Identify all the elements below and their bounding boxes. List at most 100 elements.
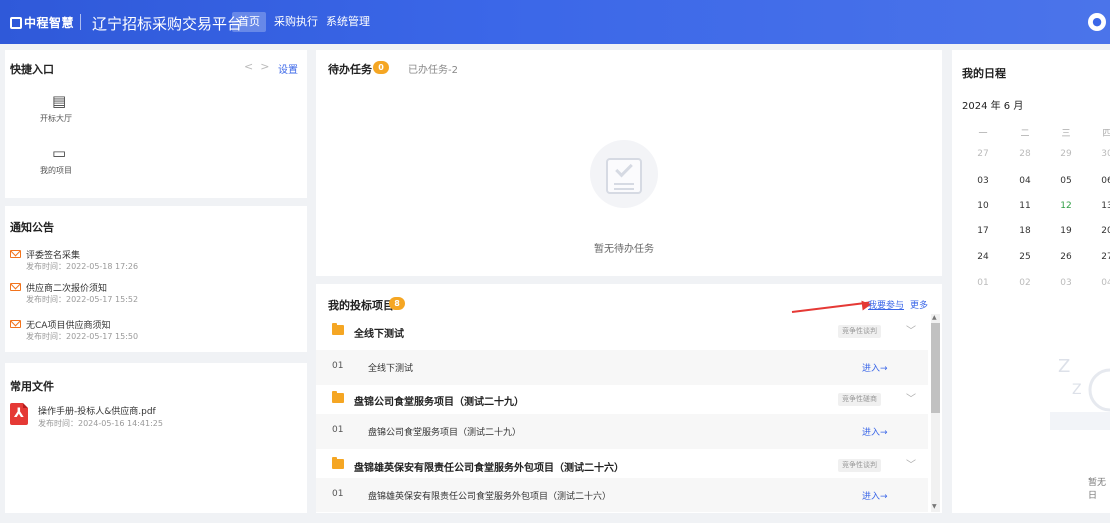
user-icon: ● xyxy=(1092,15,1102,28)
weekday-header: 四 xyxy=(1102,129,1110,139)
calendar-day[interactable]: 13 xyxy=(1092,201,1110,211)
project-sub-row: 01 盘锦雄英保安有限责任公司食堂服务外包项目（测试二十六） 进入→ xyxy=(316,478,928,512)
quick-entry-label[interactable]: 我的项目 xyxy=(40,165,72,176)
enter-link[interactable]: 进入→ xyxy=(862,489,888,502)
tab-todo-tasks[interactable]: 待办任务 xyxy=(328,61,372,77)
calendar-day[interactable]: 26 xyxy=(1051,252,1081,262)
calendar-day[interactable]: 20 xyxy=(1092,226,1110,236)
calendar-day[interactable]: 05 xyxy=(1051,176,1081,186)
mail-icon xyxy=(10,250,21,258)
calendar-day[interactable]: 03 xyxy=(1051,278,1081,288)
notice-time: 发布时间：2022-05-18 17:26 xyxy=(26,262,139,271)
project-type-tag: 竞争性谈判 xyxy=(838,459,881,472)
mail-icon xyxy=(10,320,21,328)
top-bar: 中程智慧 辽宁招标采购交易平台 首页 采购执行 系统管理 ● xyxy=(0,0,1110,44)
calendar-day[interactable]: 10 xyxy=(968,201,998,211)
calendar-month: 2024 年 6 月 xyxy=(962,101,1024,112)
quick-entry-label[interactable]: 开标大厅 xyxy=(40,113,72,124)
folder-icon[interactable]: ▭ xyxy=(52,144,66,162)
z-glyph: Z xyxy=(1072,382,1082,398)
tab-done-tasks[interactable]: 已办任务-2 xyxy=(408,61,458,76)
notice-time: 发布时间：2022-05-17 15:52 xyxy=(26,295,139,304)
calendar-day[interactable]: 04 xyxy=(1010,176,1040,186)
chevron-left-icon[interactable]: < xyxy=(244,60,253,73)
chevron-down-icon[interactable]: ﹀ xyxy=(906,322,916,337)
calendar-day[interactable]: 27 xyxy=(968,149,998,159)
project-sub-row: 01 盘锦公司食堂服务项目（测试二十九） 进入→ xyxy=(316,414,928,449)
join-link[interactable]: 我要参与 xyxy=(868,298,904,311)
calendar-day[interactable]: 01 xyxy=(968,278,998,288)
building-icon[interactable]: ▤ xyxy=(52,92,66,110)
calendar-title: 我的日程 xyxy=(962,67,1006,80)
empty-line xyxy=(614,188,634,190)
z-glyph: Z xyxy=(1058,356,1070,377)
calendar-day[interactable]: 27 xyxy=(1092,252,1110,262)
notices-title: 通知公告 xyxy=(10,221,54,234)
platform-title: 辽宁招标采购交易平台 xyxy=(92,15,243,33)
calendar-day[interactable]: 19 xyxy=(1051,226,1081,236)
more-link[interactable]: 更多 xyxy=(910,298,928,311)
project-sub-row: 01 全线下测试 进入→ xyxy=(316,350,928,385)
calendar-day[interactable]: 25 xyxy=(1010,252,1040,262)
todo-count-badge: 0 xyxy=(373,61,389,74)
project-name: 盘锦雄英保安有限责任公司食堂服务外包项目（测试二十六） xyxy=(354,463,624,474)
project-type-tag: 竞争性谈判 xyxy=(838,325,881,338)
calendar-day[interactable]: 18 xyxy=(1010,226,1040,236)
folder-icon xyxy=(332,391,344,403)
notice-item[interactable]: 无CA项目供应商须知 xyxy=(26,318,110,331)
moon-icon xyxy=(1088,368,1110,412)
chevron-down-icon[interactable]: ﹀ xyxy=(906,390,916,405)
project-group-row[interactable]: 盘锦公司食堂服务项目（测试二十九） 竞争性磋商 ﹀ xyxy=(316,382,928,417)
calendar-day[interactable]: 24 xyxy=(968,252,998,262)
project-name: 盘锦公司食堂服务项目（测试二十九） xyxy=(354,397,524,408)
calendar-day[interactable]: 02 xyxy=(1010,278,1040,288)
scroll-down-icon[interactable]: ▼ xyxy=(932,503,937,510)
file-name[interactable]: 操作手册-投标人&供应商.pdf xyxy=(38,404,156,417)
calendar-day[interactable]: 17 xyxy=(968,226,998,236)
logo-icon xyxy=(10,17,22,29)
logo[interactable]: 中程智慧 xyxy=(10,14,74,31)
header-divider xyxy=(80,14,81,30)
calendar-day[interactable]: 03 xyxy=(968,176,998,186)
file-time: 发布时间：2024-05-16 14:41:25 xyxy=(38,419,163,428)
sub-index: 01 xyxy=(332,361,344,371)
mail-icon xyxy=(10,283,21,291)
calendar-day[interactable]: 28 xyxy=(1010,149,1040,159)
calendar-day[interactable]: 11 xyxy=(1010,201,1040,211)
folder-icon xyxy=(332,323,344,335)
nav-procurement[interactable]: 采购执行 xyxy=(268,12,324,32)
notice-item[interactable]: 供应商二次报价须知 xyxy=(26,281,107,294)
calendar-day[interactable]: 06 xyxy=(1092,176,1110,186)
nav-home[interactable]: 首页 xyxy=(232,12,266,32)
chevron-down-icon[interactable]: ﹀ xyxy=(906,456,916,471)
quick-entry-title: 快捷入口 xyxy=(10,63,54,76)
sub-name: 盘锦公司食堂服务项目（测试二十九） xyxy=(368,428,522,438)
sub-name: 全线下测试 xyxy=(368,364,414,374)
user-avatar[interactable]: ● xyxy=(1088,13,1106,31)
chevron-right-icon[interactable]: > xyxy=(260,60,269,73)
quick-entry-settings[interactable]: 设置 xyxy=(278,61,298,76)
scrollbar-thumb[interactable] xyxy=(931,323,940,413)
projects-title: 我的投标项目 xyxy=(328,299,394,312)
calendar-day[interactable]: 29 xyxy=(1051,149,1081,159)
nav-system[interactable]: 系统管理 xyxy=(320,12,376,32)
weekday-header: 三 xyxy=(1061,129,1071,139)
empty-line xyxy=(614,183,634,185)
quick-entry-pager[interactable]: < > xyxy=(244,60,269,73)
weekday-header: 一 xyxy=(978,129,988,139)
sub-name: 盘锦雄英保安有限责任公司食堂服务外包项目（测试二十六） xyxy=(368,492,612,502)
calendar-day-today[interactable]: 12 xyxy=(1051,201,1081,211)
enter-link[interactable]: 进入→ xyxy=(862,425,888,438)
project-group-row[interactable]: 全线下测试 竞争性谈判 ﹀ xyxy=(316,314,928,349)
enter-link[interactable]: 进入→ xyxy=(862,361,888,374)
sleep-illustration: Z Z xyxy=(1050,356,1110,430)
project-name: 全线下测试 xyxy=(354,329,404,340)
notice-item[interactable]: 评委签名采集 xyxy=(26,248,80,261)
files-title: 常用文件 xyxy=(10,380,54,393)
sub-index: 01 xyxy=(332,489,344,499)
sub-index: 01 xyxy=(332,425,344,435)
calendar-day[interactable]: 04 xyxy=(1092,278,1110,288)
scroll-up-icon[interactable]: ▲ xyxy=(932,314,937,321)
logo-text: 中程智慧 xyxy=(24,16,75,30)
calendar-day[interactable]: 30 xyxy=(1092,149,1110,159)
